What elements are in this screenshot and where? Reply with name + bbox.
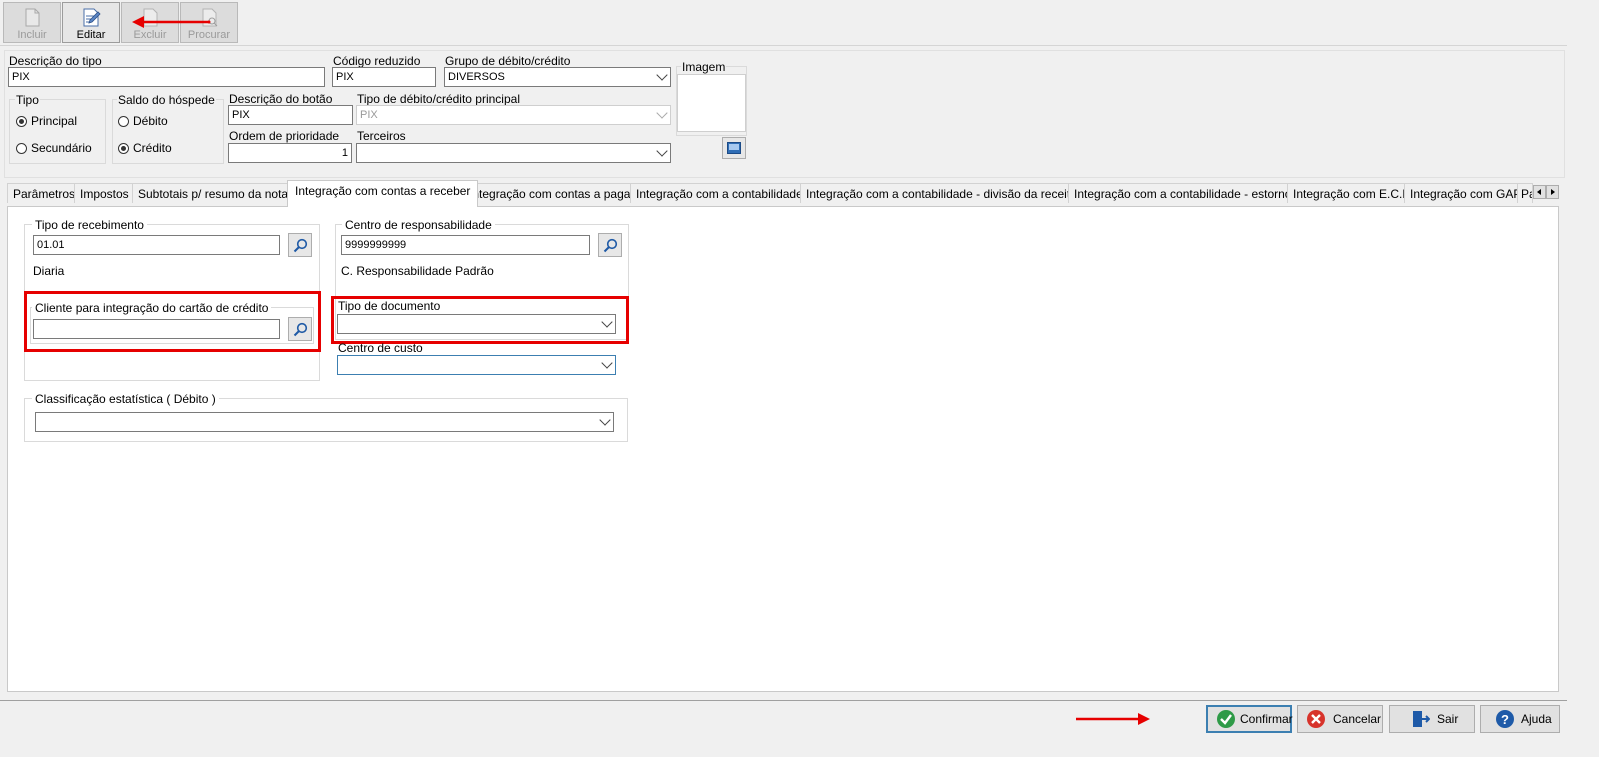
descricao-tipo-label: Descrição do tipo (9, 54, 102, 68)
chevron-down-icon (599, 414, 611, 426)
desc-botao-input[interactable]: PIX (228, 105, 353, 125)
tab-scroll-right-button[interactable] (1546, 185, 1559, 199)
tab-integracao-gap[interactable]: Integração com GAP (1404, 183, 1528, 203)
arrow-right-icon (1551, 189, 1555, 195)
editar-button[interactable]: Editar (62, 2, 120, 43)
tab-integracao-contabilidade-estorno[interactable]: Integração com a contabilidade - estorno (1068, 183, 1298, 203)
svg-text:?: ? (1501, 712, 1509, 727)
tab-partial[interactable]: Pa (1517, 183, 1533, 203)
terceiros-label: Terceiros (357, 129, 406, 143)
imagem-label: Imagem (681, 60, 727, 74)
highlight-box-tipo-documento (331, 296, 629, 344)
saldo-credito-radio[interactable]: Crédito (118, 141, 172, 155)
arrow-left-icon (1537, 189, 1541, 195)
tipo-recebimento-label: Tipo de recebimento (32, 218, 147, 232)
tab-integracao-contas-receber[interactable]: Integração com contas a receber (287, 180, 479, 207)
grupo-select[interactable]: DIVERSOS (444, 67, 671, 87)
grupo-label: Grupo de débito/crédito (445, 54, 571, 68)
centro-custo-label: Centro de custo (338, 341, 423, 355)
ajuda-button[interactable]: ? Ajuda (1480, 705, 1560, 733)
tipo-secundario-radio[interactable]: Secundário (16, 141, 92, 155)
centro-resp-desc: C. Responsabilidade Padrão (341, 264, 494, 278)
chevron-down-icon (656, 107, 668, 119)
saldo-debito-radio[interactable]: Débito (118, 114, 168, 128)
tipo-principal-select[interactable]: PIX (356, 105, 671, 125)
procurar-label: Procurar (187, 29, 231, 41)
tab-integracao-contabilidade-divisao[interactable]: Integração com a contabilidade - divisão… (800, 183, 1083, 203)
centro-resp-search-button[interactable] (598, 233, 622, 257)
sair-button[interactable]: Sair (1389, 705, 1475, 733)
image-icon (727, 142, 741, 154)
grupo-value: DIVERSOS (448, 71, 505, 83)
saldo-debito-label: Débito (133, 114, 168, 128)
tab-scroll-left-button[interactable] (1533, 185, 1546, 199)
radio-checked-icon (16, 116, 27, 127)
cancel-icon (1307, 710, 1325, 728)
chevron-down-icon (601, 357, 613, 369)
codigo-reduzido-label: Código reduzido (333, 54, 421, 68)
tab-integracao-contabilidade[interactable]: Integração com a contabilidade (630, 183, 809, 203)
radio-unchecked-icon (118, 116, 129, 127)
search-icon (603, 238, 618, 253)
centro-custo-select[interactable] (337, 355, 616, 375)
footer-divider (0, 700, 1567, 701)
tipo-recebimento-input[interactable]: 01.01 (33, 235, 280, 255)
saldo-label: Saldo do hóspede (117, 93, 216, 107)
tab-integracao-contas-pagar[interactable]: Integração com contas a pagar (463, 183, 641, 203)
cancelar-button[interactable]: Cancelar (1297, 705, 1383, 733)
chevron-down-icon (656, 145, 668, 157)
editar-label: Editar (76, 29, 106, 41)
confirmar-label: Confirmar (1240, 712, 1293, 726)
chevron-down-icon (656, 69, 668, 81)
radio-checked-icon (118, 143, 129, 154)
edit-document-icon (83, 8, 101, 27)
saldo-credito-label: Crédito (133, 141, 172, 155)
tipo-recebimento-search-button[interactable] (288, 233, 312, 257)
tab-integracao-ecf[interactable]: Integração com E.C.F (1287, 183, 1416, 203)
desc-botao-label: Descrição do botão (229, 92, 333, 106)
exit-door-icon (1413, 711, 1430, 727)
new-document-icon (25, 8, 40, 27)
imagem-select-button[interactable] (722, 137, 746, 159)
descricao-tipo-input[interactable]: PIX (8, 67, 325, 87)
annotation-arrow-left (132, 16, 211, 28)
tipo-recebimento-desc: Diaria (33, 264, 65, 278)
tipo-principal-radio[interactable]: Principal (16, 114, 77, 128)
highlight-box-cliente (24, 291, 321, 352)
imagem-preview[interactable] (677, 74, 746, 132)
search-icon (293, 238, 308, 253)
ordem-label: Ordem de prioridade (229, 129, 340, 143)
annotation-arrow-right (1076, 713, 1150, 725)
tab-parametros[interactable]: Parâmetros (7, 183, 82, 203)
tipo-principal-label: Tipo de débito/crédito principal (357, 92, 520, 106)
excluir-label: Excluir (133, 29, 167, 41)
confirmar-button[interactable]: Confirmar (1206, 705, 1293, 733)
incluir-label: Incluir (17, 29, 47, 41)
tipo-principal-label: Principal (31, 114, 78, 128)
radio-unchecked-icon (16, 143, 27, 154)
help-icon: ? (1496, 710, 1514, 728)
ajuda-label: Ajuda (1521, 712, 1552, 726)
ordem-input[interactable]: 1 (228, 143, 352, 163)
tipo-principal-value: PIX (360, 109, 378, 121)
centro-resp-label: Centro de responsabilidade (342, 218, 495, 232)
classificacao-label: Classificação estatística ( Débito ) (32, 392, 219, 406)
tipo-secundario-label: Secundário (31, 141, 92, 155)
cancelar-label: Cancelar (1333, 712, 1382, 726)
check-icon (1217, 710, 1235, 728)
codigo-reduzido-input[interactable]: PIX (332, 67, 436, 87)
tab-impostos[interactable]: Impostos (74, 183, 135, 203)
toolbar-divider (0, 45, 1567, 46)
terceiros-select[interactable] (356, 143, 671, 163)
centro-resp-input[interactable]: 9999999999 (341, 235, 590, 255)
classificacao-select[interactable] (35, 412, 614, 432)
tab-subtotais[interactable]: Subtotais p/ resumo da nota (132, 183, 295, 203)
sair-label: Sair (1437, 712, 1459, 726)
tipo-label: Tipo (15, 93, 40, 107)
incluir-button[interactable]: Incluir (3, 2, 61, 43)
